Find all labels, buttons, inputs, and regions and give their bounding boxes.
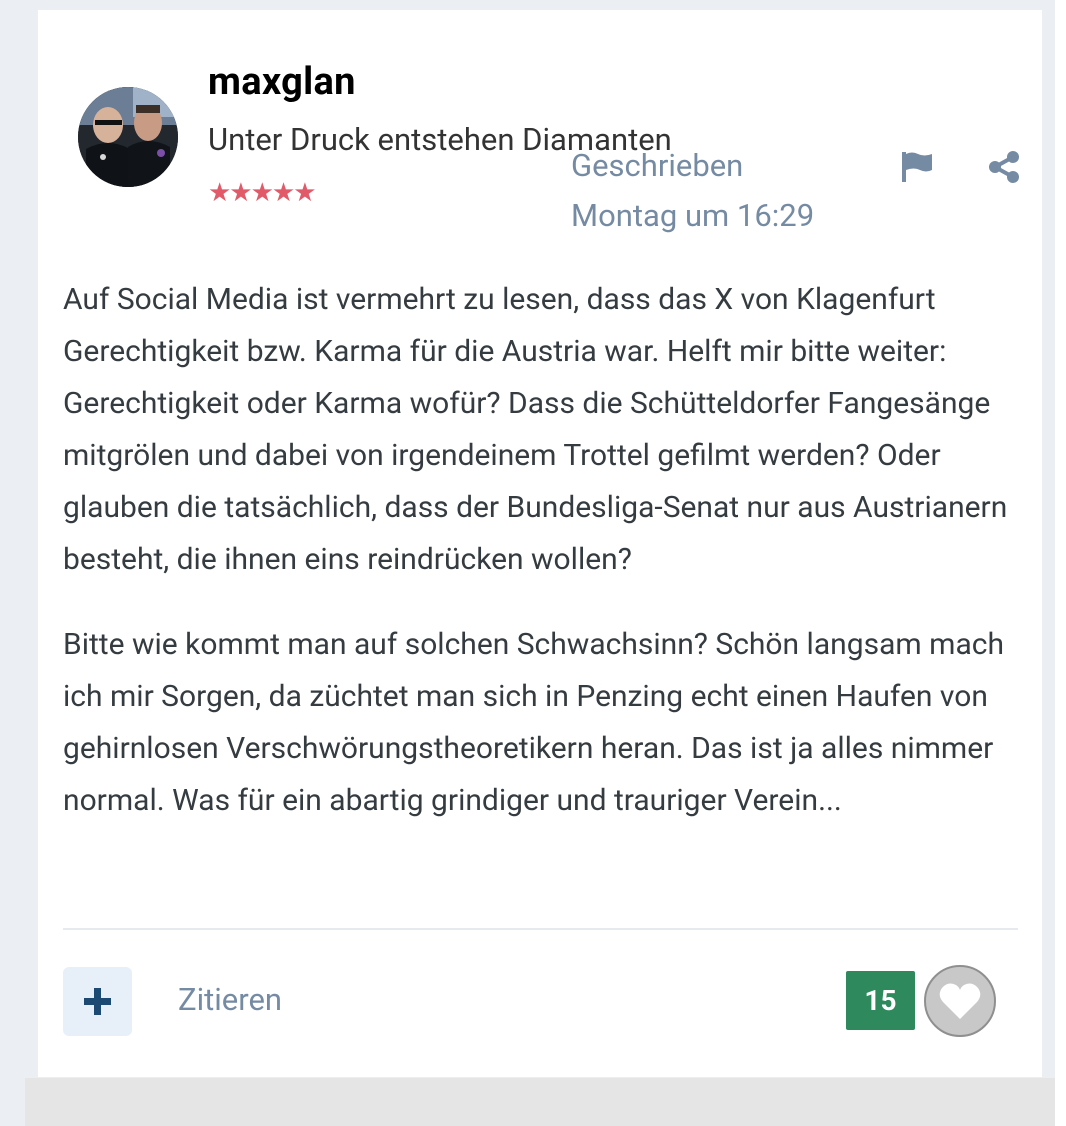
- multi-quote-button[interactable]: [63, 967, 132, 1036]
- post-paragraph: Auf Social Media ist vermehrt zu lesen, …: [63, 282, 1008, 577]
- page-edge: [1055, 0, 1066, 1126]
- author-avatar[interactable]: [78, 87, 178, 187]
- heart-icon: [939, 983, 981, 1019]
- flag-icon[interactable]: [900, 151, 934, 183]
- next-post-edge: [25, 1078, 1055, 1126]
- plus-icon: [84, 988, 111, 1015]
- divider: [63, 928, 1018, 930]
- reaction-count-badge[interactable]: 15: [846, 971, 915, 1030]
- post-content: Auf Social Media ist vermehrt zu lesen, …: [63, 274, 1023, 860]
- share-icon[interactable]: [986, 150, 1022, 184]
- posted-label: Geschrieben: [571, 147, 744, 184]
- rank-stars: ★★★★★: [208, 178, 317, 208]
- posted-time[interactable]: Montag um 16:29: [571, 196, 814, 236]
- post-card: maxglan Unter Druck entstehen Diamanten …: [38, 10, 1042, 1077]
- post-paragraph: Bitte wie kommt man auf solchen Schwachs…: [63, 627, 1004, 818]
- quote-button[interactable]: Zitieren: [178, 978, 282, 1022]
- author-name[interactable]: maxglan: [208, 60, 356, 104]
- like-button[interactable]: [924, 965, 996, 1037]
